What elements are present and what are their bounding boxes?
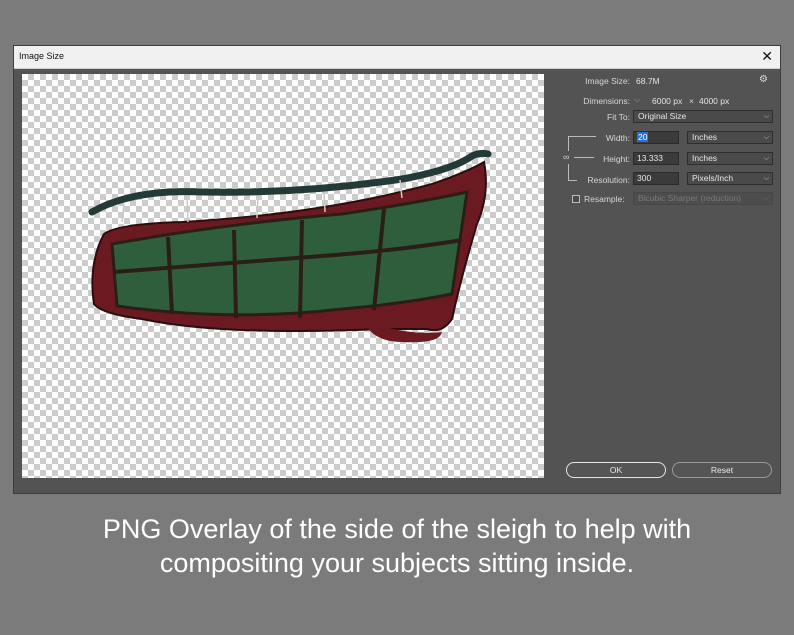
chain-link-icon[interactable]: ∞ xyxy=(563,152,569,162)
chevron-down-icon: ⌵ xyxy=(763,155,769,162)
height-value: 13.333 xyxy=(637,153,663,163)
fit-to-label: Fit To: xyxy=(607,112,630,122)
resample-checkbox[interactable] xyxy=(572,195,580,203)
link-bracket-bottom xyxy=(568,164,577,181)
dimensions-height: 4000 px xyxy=(699,96,730,106)
caption-line-1: PNG Overlay of the side of the sleigh to… xyxy=(102,514,692,544)
resolution-unit-value: Pixels/Inch xyxy=(692,173,734,183)
width-value: 20 xyxy=(637,132,649,142)
resample-method-value: Bicubic Sharper (reduction) xyxy=(638,193,741,203)
chevron-down-icon: ⌵ xyxy=(763,113,769,120)
ok-button[interactable]: OK xyxy=(566,462,666,478)
fit-to-value: Original Size xyxy=(638,111,687,121)
chevron-down-icon: ⌵ xyxy=(763,195,769,202)
width-field[interactable]: 20 xyxy=(633,131,679,144)
height-field[interactable]: 13.333 xyxy=(633,152,679,165)
height-label: Height: xyxy=(603,154,630,164)
sleigh-overlay-image xyxy=(88,149,492,343)
reset-button[interactable]: Reset xyxy=(672,462,772,478)
dimensions-label: Dimensions: xyxy=(583,96,630,106)
height-unit-dropdown[interactable]: Inches ⌵ xyxy=(687,152,773,165)
dialog-titlebar: Image Size ✕ xyxy=(14,46,780,69)
image-size-value: 68.7M xyxy=(636,76,660,86)
resample-method-dropdown[interactable]: Bicubic Sharper (reduction) ⌵ xyxy=(633,192,773,205)
chevron-down-icon: ⌵ xyxy=(763,134,769,141)
resolution-label: Resolution: xyxy=(587,175,630,185)
resolution-unit-dropdown[interactable]: Pixels/Inch ⌵ xyxy=(687,172,773,185)
height-unit-value: Inches xyxy=(692,153,718,163)
dimensions-times: × xyxy=(689,96,694,106)
width-unit-dropdown[interactable]: Inches ⌵ xyxy=(687,131,773,144)
close-icon[interactable]: ✕ xyxy=(761,48,773,64)
resolution-value: 300 xyxy=(637,173,652,183)
caption-line-2: compositing your subjects sitting inside… xyxy=(159,548,635,578)
resample-label[interactable]: Resample: xyxy=(584,194,625,204)
image-size-label: Image Size: xyxy=(585,76,630,86)
gear-icon[interactable]: ⚙ xyxy=(759,74,768,85)
width-label: Width: xyxy=(605,133,630,143)
resolution-field[interactable]: 300 xyxy=(633,172,679,185)
dialog-title: Image Size xyxy=(19,51,65,61)
fit-to-dropdown[interactable]: Original Size ⌵ xyxy=(633,110,773,123)
chevron-down-icon[interactable]: ⌵ xyxy=(634,95,640,105)
chevron-down-icon: ⌵ xyxy=(763,175,769,182)
width-unit-value: Inches xyxy=(692,132,718,142)
dimensions-width: 6000 px xyxy=(652,96,683,106)
image-preview[interactable] xyxy=(22,74,544,478)
